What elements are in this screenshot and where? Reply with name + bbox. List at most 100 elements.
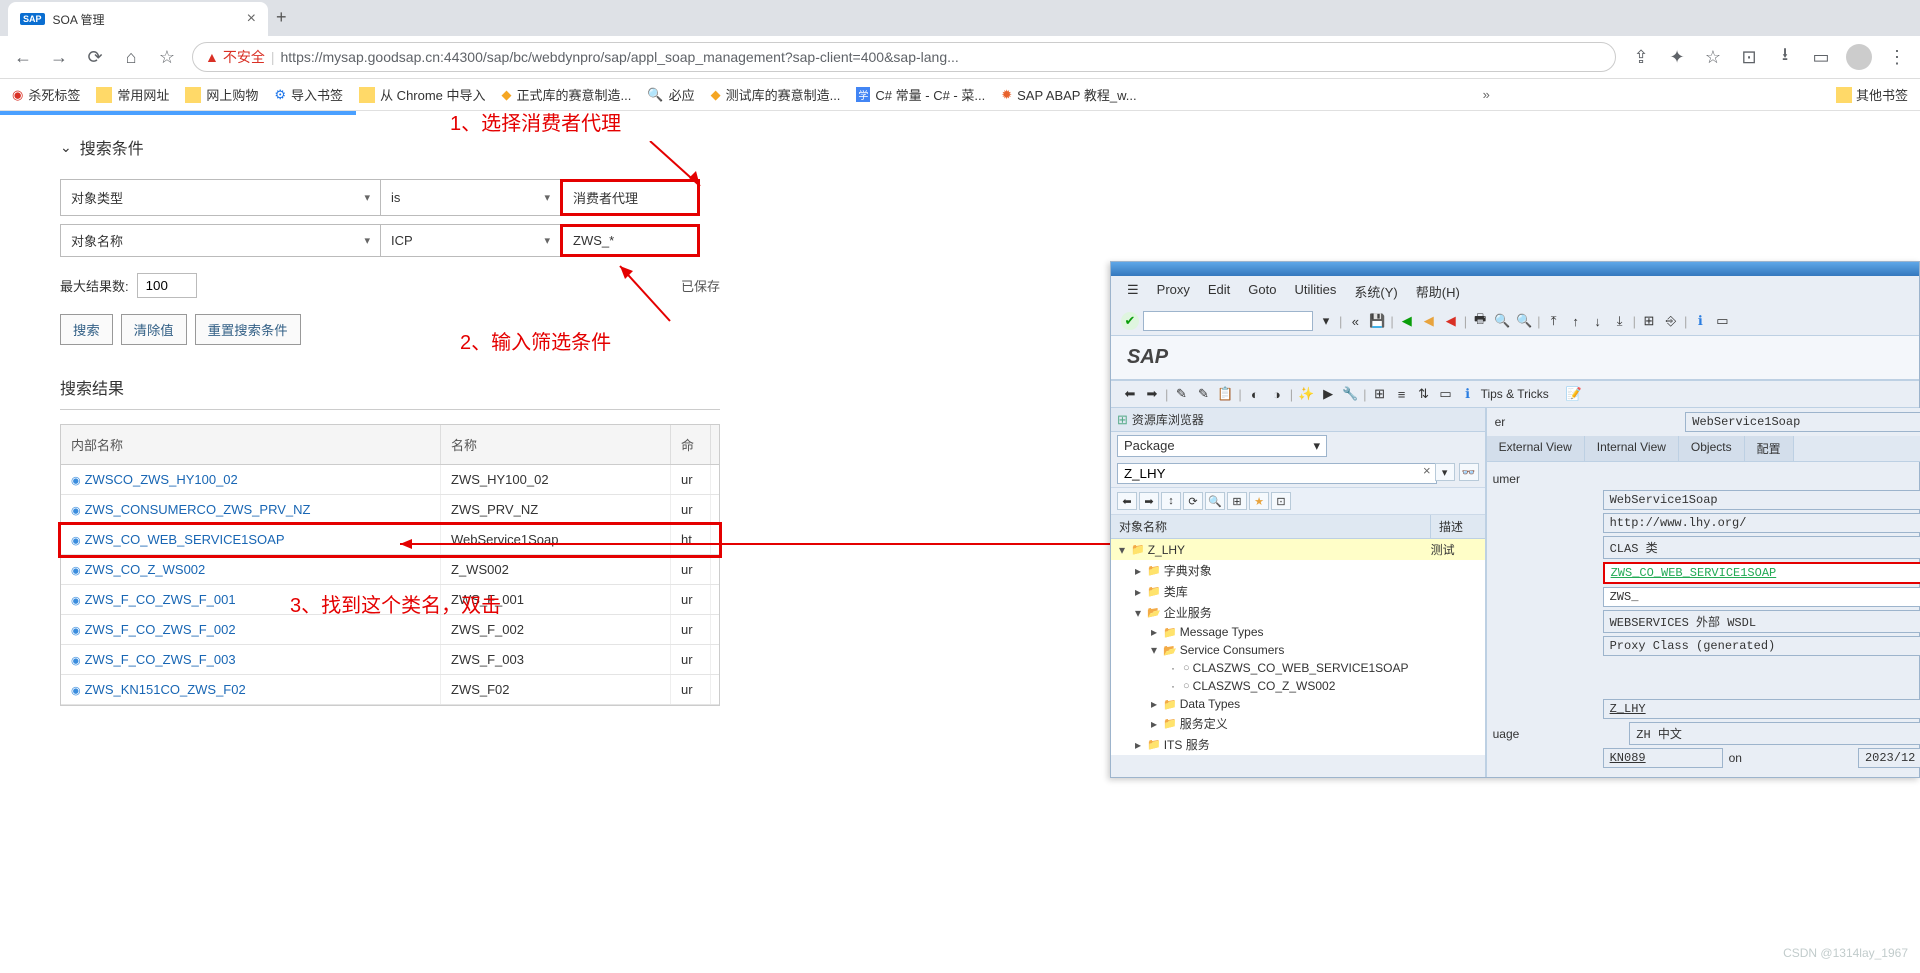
menu-item[interactable]: 帮助(H) xyxy=(1416,282,1460,301)
window-titlebar[interactable] xyxy=(1111,262,1919,276)
prev-page-icon[interactable]: ↑ xyxy=(1567,312,1585,330)
change-icon[interactable]: ✎ xyxy=(1194,385,1212,403)
display-icon[interactable]: 👓 xyxy=(1459,463,1479,481)
bookmark-item[interactable]: ◆测试库的赛意制造... xyxy=(711,85,841,104)
find-icon[interactable]: 🔍 xyxy=(1493,312,1511,330)
nav-fwd-icon[interactable]: ➡ xyxy=(1143,385,1161,403)
bookmark-item[interactable]: ✹SAP ABAP 教程_w... xyxy=(1001,85,1136,104)
max-results-input[interactable] xyxy=(137,273,197,298)
address-bar[interactable]: ▲ 不安全 | https://mysap.goodsap.cn:44300/s… xyxy=(192,42,1616,72)
bookmark-item[interactable]: 网上购物 xyxy=(185,85,258,104)
set-icon[interactable]: ⊡ xyxy=(1271,492,1291,510)
object-tree[interactable]: ▾📁Z_LHY测试 ▸📁字典对象 ▸📁类库 ▾📂企业服务 ▸📁Message T… xyxy=(1111,539,1485,755)
menu-item[interactable]: 系统(Y) xyxy=(1354,282,1397,301)
find-icon[interactable]: 🔍 xyxy=(1205,492,1225,510)
forward-icon[interactable]: → xyxy=(48,47,70,68)
sort-icon[interactable]: ⇅ xyxy=(1415,385,1433,403)
bookmark-item[interactable]: 🔍必应 xyxy=(647,85,694,104)
tab-internal-view[interactable]: Internal View xyxy=(1585,436,1679,461)
bookmark-item[interactable]: ◉杀死标签 xyxy=(12,85,80,104)
other-bookmarks[interactable]: 其他书签 xyxy=(1836,85,1908,104)
menu-item[interactable]: Goto xyxy=(1248,282,1276,301)
bookmark-item[interactable]: 常用网址 xyxy=(96,85,169,104)
check-icon[interactable]: ◐ xyxy=(1246,385,1264,403)
tab-objects[interactable]: Objects xyxy=(1679,436,1745,461)
wand-icon[interactable]: ✨ xyxy=(1297,385,1315,403)
field-select[interactable]: 对象类型▾ xyxy=(60,179,380,216)
prop-description[interactable]: Proxy Class (generated) xyxy=(1603,636,1920,656)
bookmark-icon[interactable]: ☆ xyxy=(1702,47,1724,68)
first-page-icon[interactable]: ⤒ xyxy=(1545,312,1563,330)
back-icon[interactable]: « xyxy=(1346,312,1364,330)
back-icon[interactable]: ← xyxy=(12,47,34,68)
share-icon[interactable]: ⇪ xyxy=(1630,47,1652,68)
extensions-icon[interactable]: ⊡ xyxy=(1738,47,1760,68)
prop-abap-name[interactable]: ZWS_CO_WEB_SERVICE1SOAP xyxy=(1603,562,1920,584)
right-icon[interactable]: ➡ xyxy=(1139,492,1159,510)
table-row[interactable]: ◉ZWS_F_CO_ZWS_F_002ZWS_F_002ur xyxy=(61,615,719,645)
hier-icon[interactable]: ⊞ xyxy=(1371,385,1389,403)
last-page-icon[interactable]: ⤓ xyxy=(1611,312,1629,330)
table-row[interactable]: ◉ZWS_F_CO_ZWS_F_003ZWS_F_003ur xyxy=(61,645,719,675)
left-icon[interactable]: ⬅ xyxy=(1117,492,1137,510)
object-type-select[interactable]: Package▾ xyxy=(1117,435,1327,457)
help-icon[interactable]: ℹ xyxy=(1691,312,1709,330)
menu-icon[interactable]: ⋮ xyxy=(1886,47,1908,68)
bookmark-item[interactable]: 从 Chrome 中导入 xyxy=(359,85,485,104)
column-header[interactable]: 命 xyxy=(671,425,711,464)
clear-button[interactable]: 清除值 xyxy=(121,314,187,345)
list-icon[interactable]: ≡ xyxy=(1393,385,1411,403)
menu-item[interactable]: Proxy xyxy=(1157,282,1190,301)
dropdown-icon[interactable]: ▾ xyxy=(1435,463,1455,481)
operator-select[interactable]: ICP▾ xyxy=(380,224,560,257)
star-icon[interactable]: ☆ xyxy=(156,47,178,68)
package-input[interactable] xyxy=(1117,463,1437,484)
command-field[interactable] xyxy=(1143,311,1313,331)
browser-tab[interactable]: SAP SOA 管理 × xyxy=(8,2,268,36)
prop-prefix[interactable]: ZWS_ xyxy=(1603,587,1920,607)
field-select[interactable]: 对象名称▾ xyxy=(60,224,380,257)
exit-icon[interactable]: ◀ xyxy=(1420,312,1438,330)
tips-label[interactable]: Tips & Tricks xyxy=(1481,387,1549,401)
refresh-icon[interactable]: ⟳ xyxy=(1183,492,1203,510)
new-tab-button[interactable]: + xyxy=(268,0,295,36)
where-icon[interactable]: 🔧 xyxy=(1341,385,1359,403)
prop-user[interactable]: KN089 xyxy=(1603,748,1723,768)
reload-icon[interactable]: ⟳ xyxy=(84,47,106,68)
profile-icon[interactable] xyxy=(1846,44,1872,70)
nav-back-icon[interactable]: ⬅ xyxy=(1121,385,1139,403)
activate-icon[interactable]: ◑ xyxy=(1268,385,1286,403)
shortcut-icon[interactable]: ⎆ xyxy=(1662,312,1680,330)
detail-icon[interactable]: ▭ xyxy=(1437,385,1455,403)
other-icon[interactable]: 📋 xyxy=(1216,385,1234,403)
bookmark-item[interactable]: 学C# 常量 - C# - 菜... xyxy=(856,85,985,104)
menu-icon[interactable]: ☰ xyxy=(1127,282,1139,301)
add-icon[interactable]: ⊞ xyxy=(1227,492,1247,510)
reset-button[interactable]: 重置搜索条件 xyxy=(195,314,301,345)
qr-icon[interactable]: ✦ xyxy=(1666,47,1688,68)
new-session-icon[interactable]: ⊞ xyxy=(1640,312,1658,330)
value-input[interactable]: ZWS_* xyxy=(560,224,700,257)
up-icon[interactable]: ↕ xyxy=(1161,492,1181,510)
reader-icon[interactable]: ▭ xyxy=(1810,47,1832,68)
table-row[interactable]: ◉ZWS_F_CO_ZWS_F_001ZWS_F_001ur xyxy=(61,585,719,615)
info-icon[interactable]: ℹ xyxy=(1459,385,1477,403)
home-icon[interactable]: ⌂ xyxy=(120,47,142,68)
prop-package[interactable]: Z_LHY xyxy=(1603,699,1920,719)
tab-config[interactable]: 配置 xyxy=(1745,436,1794,461)
clear-icon[interactable]: × xyxy=(1423,463,1431,484)
menu-item[interactable]: Edit xyxy=(1208,282,1230,301)
next-page-icon[interactable]: ↓ xyxy=(1589,312,1607,330)
operator-select[interactable]: is▾ xyxy=(380,179,560,216)
find-next-icon[interactable]: 🔍 xyxy=(1515,312,1533,330)
menu-item[interactable]: Utilities xyxy=(1294,282,1336,301)
test-icon[interactable]: ▶ xyxy=(1319,385,1337,403)
close-icon[interactable]: × xyxy=(247,10,256,28)
save-icon[interactable]: 💾 xyxy=(1368,312,1386,330)
column-header[interactable]: 内部名称 xyxy=(61,425,441,464)
print-icon[interactable]: 🖶 xyxy=(1471,312,1489,330)
table-row[interactable]: ◉ZWSCO_ZWS_HY100_02ZWS_HY100_02ur xyxy=(61,465,719,495)
wizard-icon[interactable]: 📝 xyxy=(1565,385,1583,403)
fav-icon[interactable]: ★ xyxy=(1249,492,1269,510)
download-icon[interactable]: ⭳ xyxy=(1774,42,1796,72)
